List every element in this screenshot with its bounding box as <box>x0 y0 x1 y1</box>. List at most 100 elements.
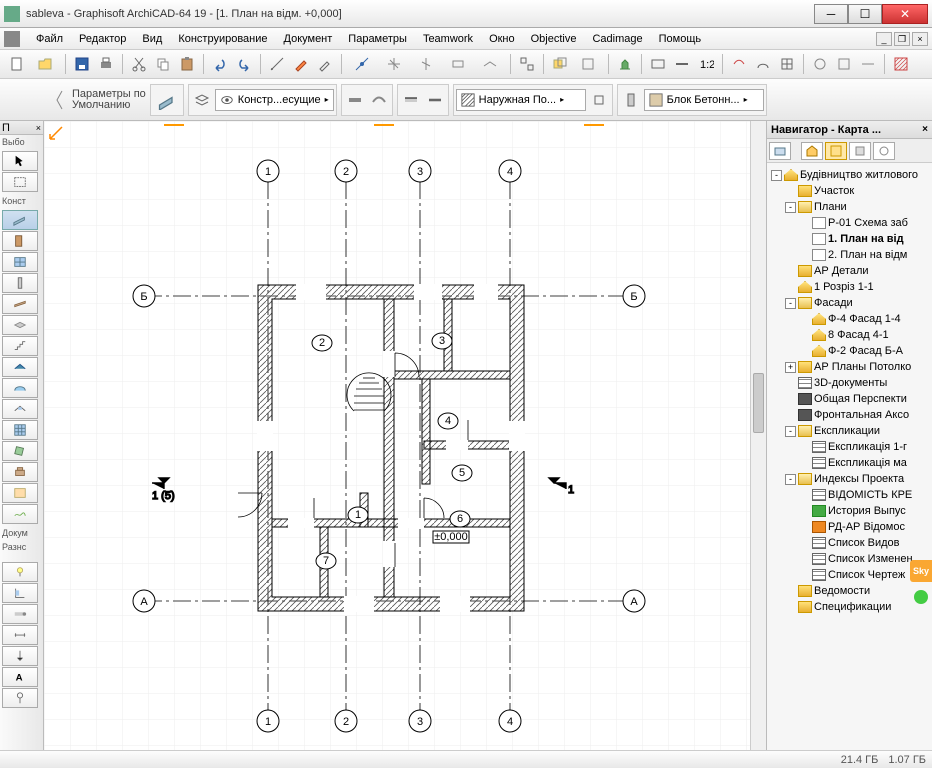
tree-item[interactable]: РД-АР Відомос <box>769 519 930 535</box>
tree-item[interactable]: Список Видов <box>769 535 930 551</box>
wall-tool[interactable] <box>2 210 38 230</box>
tree-item[interactable]: Список Чертеж <box>769 567 930 583</box>
tree-item[interactable]: Список Изменен <box>769 551 930 567</box>
geometry-straight[interactable] <box>344 89 366 111</box>
wall-settings-button[interactable] <box>153 87 181 113</box>
menu-редактор[interactable]: Редактор <box>71 30 134 48</box>
tree-toggle[interactable]: - <box>771 170 782 181</box>
tree-item[interactable]: 1 Розріз 1-1 <box>769 279 930 295</box>
print-button[interactable] <box>95 53 117 75</box>
tree-toggle[interactable]: + <box>785 362 796 373</box>
tree-item[interactable]: АР Детали <box>769 263 930 279</box>
vertical-scrollbar[interactable] <box>750 121 766 752</box>
trace-button[interactable] <box>549 53 571 75</box>
mdi-restore-button[interactable]: ❐ <box>894 32 910 46</box>
menu-окно[interactable]: Окно <box>481 30 523 48</box>
snap-element-button[interactable] <box>443 53 473 75</box>
menu-документ[interactable]: Документ <box>276 30 341 48</box>
nav-tab-sets[interactable] <box>873 142 895 160</box>
tree-toggle[interactable]: - <box>785 474 796 485</box>
menu-вид[interactable]: Вид <box>134 30 170 48</box>
shell-tool[interactable] <box>2 378 38 398</box>
layer-dropdown[interactable]: Констр...есущие ▸ <box>215 89 334 111</box>
roof-tool[interactable] <box>2 357 38 377</box>
morph-button[interactable] <box>728 53 750 75</box>
renovation-button[interactable] <box>614 53 636 75</box>
layer-icon[interactable] <box>191 89 213 111</box>
view-options-2[interactable] <box>671 53 693 75</box>
tree-item[interactable]: 1. План на від <box>769 231 930 247</box>
tree-toggle[interactable]: - <box>785 202 796 213</box>
dimension-tool[interactable] <box>2 625 38 645</box>
tree-item[interactable]: -Фасади <box>769 295 930 311</box>
nav-tab-layout[interactable] <box>825 142 847 160</box>
beam-tool[interactable] <box>2 294 38 314</box>
tree-item[interactable]: Експликація ма <box>769 455 930 471</box>
origin-marker[interactable] <box>48 125 64 141</box>
grid-element-tool[interactable] <box>2 688 38 708</box>
snap-grid-button[interactable] <box>379 53 409 75</box>
slab-tool[interactable] <box>2 315 38 335</box>
tree-item[interactable]: Ведомости <box>769 583 930 599</box>
marquee-tool[interactable] <box>2 172 38 192</box>
snap-guide-button[interactable] <box>411 53 441 75</box>
tree-item[interactable]: -Плани <box>769 199 930 215</box>
minimize-button[interactable]: ─ <box>814 4 848 24</box>
tree-item[interactable]: Спецификации <box>769 599 930 615</box>
trace-ref-button[interactable] <box>573 53 603 75</box>
nav-tab-publisher[interactable] <box>849 142 871 160</box>
object-tool[interactable] <box>2 462 38 482</box>
view-options-3[interactable]: 1:2 <box>695 53 717 75</box>
tree-item[interactable]: Ф-2 Фасад Б-А <box>769 343 930 359</box>
ref-line-2[interactable] <box>424 89 446 111</box>
snap-surface-button[interactable] <box>475 53 505 75</box>
system-menu-icon[interactable] <box>4 31 20 47</box>
tree-item[interactable]: Фронтальная Аксо <box>769 407 930 423</box>
corner-window-tool[interactable] <box>2 583 38 603</box>
column-tool[interactable] <box>2 273 38 293</box>
tree-toggle[interactable]: - <box>785 298 796 309</box>
collapse-arrow-icon[interactable] <box>54 85 66 115</box>
menu-конструирование[interactable]: Конструирование <box>170 30 275 48</box>
redo-button[interactable] <box>233 53 255 75</box>
material-dropdown[interactable]: Блок Бетонн... ▸ <box>644 89 764 111</box>
shell-button[interactable] <box>752 53 774 75</box>
geometry-curved[interactable] <box>368 89 390 111</box>
palette-close-icon[interactable]: × <box>36 123 43 133</box>
navigator-close-icon[interactable]: × <box>922 124 928 135</box>
cut-button[interactable] <box>128 53 150 75</box>
skylight-tool[interactable] <box>2 399 38 419</box>
curtainwall-tool[interactable] <box>2 420 38 440</box>
composite-flip[interactable] <box>588 89 610 111</box>
menu-teamwork[interactable]: Teamwork <box>415 30 481 48</box>
tree-item[interactable]: История Выпус <box>769 503 930 519</box>
tree-item[interactable]: Ф-4 Фасад 1-4 <box>769 311 930 327</box>
menu-параметры[interactable]: Параметры <box>340 30 415 48</box>
tree-item[interactable]: Общая Перспекти <box>769 391 930 407</box>
zone-tool[interactable] <box>2 483 38 503</box>
menu-cadimage[interactable]: Cadimage <box>584 30 650 48</box>
menu-помощь[interactable]: Помощь <box>651 30 710 48</box>
mesh-tool[interactable] <box>2 504 38 524</box>
close-button[interactable]: ✕ <box>882 4 928 24</box>
undo-button[interactable] <box>209 53 231 75</box>
skype-badge[interactable]: Sky <box>910 560 932 582</box>
tree-item[interactable]: -Будівництво житлового <box>769 167 930 183</box>
maximize-button[interactable]: ☐ <box>848 4 882 24</box>
lamp-tool[interactable] <box>2 562 38 582</box>
menu-файл[interactable]: Файл <box>28 30 71 48</box>
tree-item[interactable]: 8 Фасад 4-1 <box>769 327 930 343</box>
nav-tab-view[interactable] <box>801 142 823 160</box>
paste-button[interactable] <box>176 53 198 75</box>
wall-end-tool[interactable] <box>2 604 38 624</box>
tree-item[interactable]: 2. План на відм <box>769 247 930 263</box>
measure-button[interactable] <box>266 53 288 75</box>
copy-button[interactable] <box>152 53 174 75</box>
curtain-button[interactable] <box>776 53 798 75</box>
tree-toggle[interactable]: - <box>785 426 796 437</box>
extra-3[interactable] <box>857 53 879 75</box>
ref-line-1[interactable] <box>400 89 422 111</box>
tree-item[interactable]: Участок <box>769 183 930 199</box>
tree-item[interactable]: 3D-документы <box>769 375 930 391</box>
stair-tool[interactable] <box>2 336 38 356</box>
